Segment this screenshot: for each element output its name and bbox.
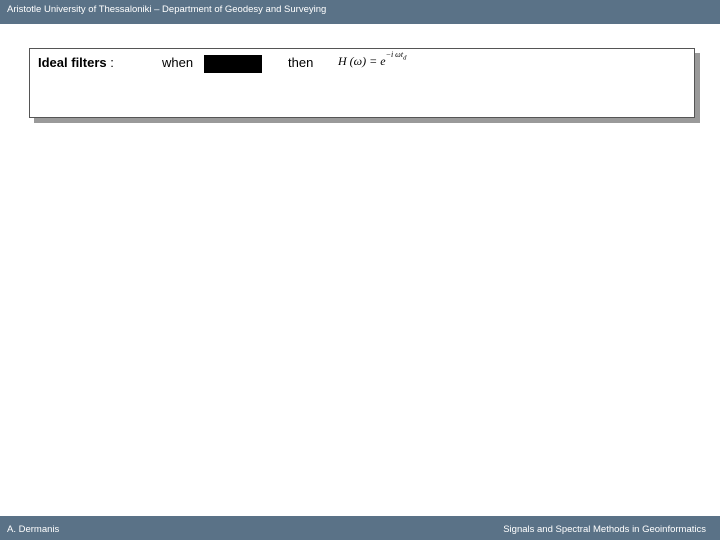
when-label: when [162,55,194,70]
header-bar: Aristotle University of Thessaloniki – D… [0,0,720,24]
footer-bar: A. Dermanis Signals and Spectral Methods… [0,516,720,540]
transfer-function-formula: H (ω) = e−i ωtd [338,50,407,69]
ideal-filters-label: Ideal filters [38,55,107,70]
footer-author: A. Dermanis [7,524,60,535]
formula-subscript: d [403,54,407,62]
ideal-filters-heading: Ideal filters : [38,55,114,70]
content-box: Ideal filters : when then H (ω) = e−i ωt… [29,48,695,118]
ideal-filters-colon: : [106,55,114,70]
then-label: then [288,55,314,70]
header-title: Aristotle University of Thessaloniki – D… [7,4,327,15]
formula-main: H (ω) = e [338,54,386,68]
redacted-block [204,55,262,73]
footer-course: Signals and Spectral Methods in Geoinfor… [503,524,706,535]
formula-exponent: −i ωtd [385,50,407,62]
